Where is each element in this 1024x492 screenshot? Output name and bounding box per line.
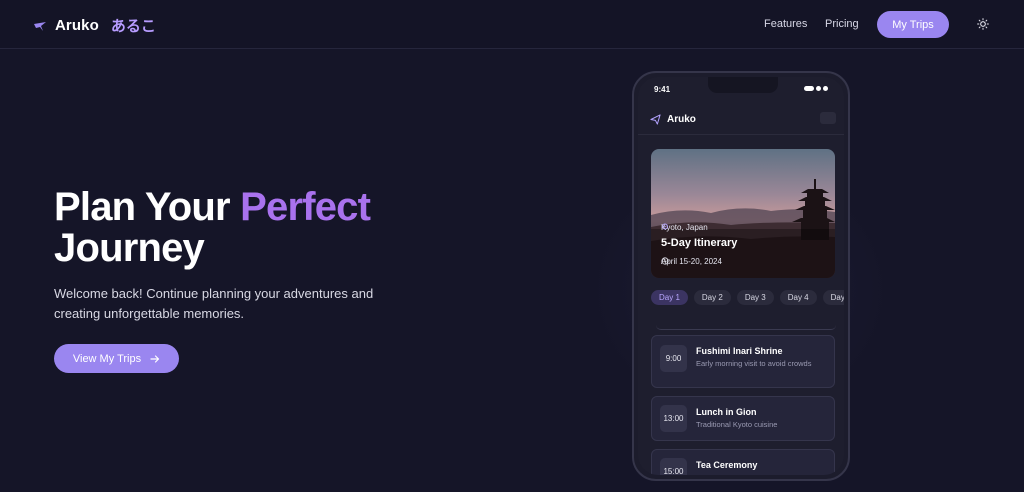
itinerary-item[interactable]: 13:00 Lunch in Gion Traditional Kyoto cu… bbox=[651, 396, 835, 441]
brand-name: Aruko bbox=[55, 17, 99, 34]
tab-day-3[interactable]: Day 3 bbox=[736, 290, 774, 305]
battery-icon bbox=[804, 86, 814, 91]
location-pin-icon bbox=[662, 223, 668, 230]
event-description: Early morning visit to avoid crowds bbox=[696, 359, 812, 368]
hero-title-part1: Plan Your bbox=[54, 185, 241, 229]
event-time: 9:00 bbox=[660, 345, 687, 372]
itinerary-item[interactable]: 9:00 Fushimi Inari Shrine Early morning … bbox=[651, 335, 835, 388]
menu-button[interactable] bbox=[820, 112, 836, 124]
phone-screen: 9:41 Aruko Kyoto, Japan 5-Day Itinerary … bbox=[638, 77, 844, 475]
plane-icon bbox=[34, 21, 46, 31]
itinerary-item[interactable]: 15:00 Tea Ceremony bbox=[651, 449, 835, 475]
event-time: 15:00 bbox=[660, 458, 687, 475]
wifi-icon bbox=[816, 86, 821, 91]
phone-mockup: 9:41 Aruko Kyoto, Japan 5-Day Itinerary … bbox=[632, 71, 850, 481]
scrolled-item-edge bbox=[656, 324, 836, 330]
tab-day-5[interactable]: Day 5 bbox=[822, 290, 844, 305]
status-icons bbox=[804, 86, 828, 91]
status-time: 9:41 bbox=[654, 85, 671, 94]
trip-title: 5-Day Itinerary bbox=[661, 237, 738, 249]
trip-dates-label: April 15-20, 2024 bbox=[661, 257, 722, 266]
sun-icon[interactable] bbox=[977, 18, 989, 30]
brand[interactable]: Aruko あるこ bbox=[33, 15, 156, 36]
top-nav: Aruko あるこ Features Pricing My Trips bbox=[0, 0, 1024, 49]
tab-day-4[interactable]: Day 4 bbox=[779, 290, 817, 305]
trip-card[interactable]: Kyoto, Japan 5-Day Itinerary April 15-20… bbox=[651, 149, 835, 278]
brand-name-japanese: あるこ bbox=[110, 18, 156, 35]
nav-link-pricing[interactable]: Pricing bbox=[825, 18, 859, 30]
hero-title-part2: Journey bbox=[54, 226, 205, 270]
signal-icon bbox=[823, 86, 828, 91]
hero-title: Plan Your Perfect Journey bbox=[54, 185, 371, 270]
hero-title-accent: Perfect bbox=[240, 185, 371, 229]
event-title: Lunch in Gion bbox=[696, 407, 757, 417]
arrow-right-icon bbox=[150, 354, 160, 363]
event-time: 13:00 bbox=[660, 405, 687, 432]
phone-notch bbox=[708, 77, 778, 93]
clock-icon bbox=[661, 257, 669, 265]
plane-icon bbox=[650, 114, 661, 125]
view-my-trips-button[interactable]: View My Trips bbox=[54, 344, 179, 373]
event-title: Tea Ceremony bbox=[696, 460, 758, 470]
app-name: Aruko bbox=[667, 114, 696, 125]
my-trips-button[interactable]: My Trips bbox=[877, 11, 949, 38]
app-bar: Aruko bbox=[638, 103, 844, 135]
trip-dates: April 15-20, 2024 bbox=[661, 257, 722, 266]
view-my-trips-label: View My Trips bbox=[72, 352, 142, 365]
event-title: Fushimi Inari Shrine bbox=[696, 346, 783, 356]
nav-link-features[interactable]: Features bbox=[764, 18, 807, 30]
hero-subtitle: Welcome back! Continue planning your adv… bbox=[54, 286, 374, 321]
tab-day-2[interactable]: Day 2 bbox=[693, 290, 731, 305]
trip-location: Kyoto, Japan bbox=[661, 223, 708, 232]
day-tabs: Day 1 Day 2 Day 3 Day 4 Day 5 bbox=[651, 290, 844, 305]
event-description: Traditional Kyoto cuisine bbox=[696, 420, 778, 429]
tab-day-1[interactable]: Day 1 bbox=[651, 290, 688, 305]
